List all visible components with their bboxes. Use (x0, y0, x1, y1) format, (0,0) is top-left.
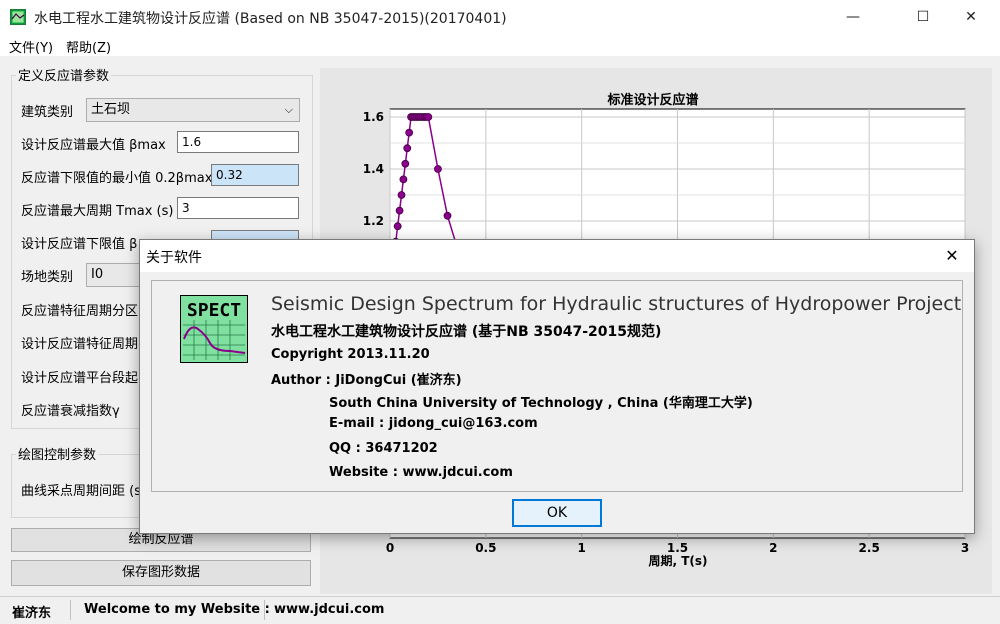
spectrum-point (424, 113, 433, 121)
chart-title: 标准设计反应谱 (606, 92, 698, 108)
about-email: E-mail : jidong_cui@163.com (329, 416, 538, 431)
spectrum-point (393, 222, 402, 231)
beta-max-input[interactable]: 1.6 (177, 131, 299, 153)
x-tick-label: 1 (577, 541, 585, 555)
status-bar: 崔济东 Welcome to my Website : www.jdcui.co… (0, 596, 1000, 624)
site-type-value: I0 (91, 267, 104, 282)
maximize-button[interactable]: ☐ (900, 0, 946, 34)
about-heading-en: Seismic Design Spectrum for Hydraulic st… (271, 293, 962, 315)
spectrum-point (395, 206, 404, 215)
save-data-button[interactable]: 保存图形数据 (11, 560, 311, 586)
tmax-input[interactable]: 3 (177, 197, 299, 219)
x-tick-label: 0 (386, 541, 394, 555)
char-period-label: 设计反应谱特征周期 (21, 337, 139, 352)
about-frame: SPECT Seismic Design Spectrum for Hydrau… (151, 280, 963, 492)
tmax-label: 反应谱最大周期 Tmax (s) (21, 204, 174, 219)
spectrum-point (403, 144, 412, 153)
sample-interval-label: 曲线采点周期间距 (s (21, 484, 141, 499)
ok-button[interactable]: OK (512, 499, 602, 527)
about-heading-cn: 水电工程水工建筑物设计反应谱 (基于NB 35047-2015规范) (271, 324, 662, 340)
plot-ctrl-group-title: 绘图控制参数 (16, 444, 99, 463)
x-tick-label: 0.5 (475, 541, 496, 555)
building-type-label: 建筑类别 (21, 105, 74, 120)
minimize-button[interactable]: — (830, 0, 876, 34)
spectrum-point (434, 165, 442, 173)
dialog-title-bar: 关于软件 ✕ (140, 240, 974, 272)
y-tick-label: 1.6 (363, 110, 384, 124)
about-website: Website : www.jdcui.com (329, 465, 513, 480)
status-welcome: Welcome to my Website : (84, 602, 270, 617)
spectrum-point (401, 159, 410, 168)
lower-beta-label: 设计反应谱下限值 β (21, 237, 138, 252)
chevron-down-icon: ⌵ (284, 103, 293, 116)
about-dialog: 关于软件 ✕ SPECT Seismic Design Spectrum for… (139, 239, 975, 534)
beta-max-label: 设计反应谱最大值 βmax (21, 138, 166, 153)
dialog-title: 关于软件 (146, 250, 202, 266)
title-bar: 水电工程水工建筑物设计反应谱 (Based on NB 35047-2015)(… (0, 0, 1000, 34)
spectrum-point (397, 191, 406, 199)
about-author: Author : JiDongCui (崔济东) (271, 373, 462, 388)
status-separator (264, 600, 265, 620)
close-button[interactable]: ✕ (948, 0, 994, 34)
x-tick-label: 1.5 (667, 541, 688, 555)
spect-logo-icon: SPECT (180, 295, 248, 363)
about-university: South China University of Technology , C… (329, 396, 753, 411)
about-qq: QQ : 36471202 (329, 441, 438, 456)
plateau-label: 设计反应谱平台段起 (21, 371, 139, 386)
building-type-select[interactable]: 土石坝 ⌵ (86, 98, 300, 122)
chart-x-axis-label: 周期, T(s) (648, 553, 707, 568)
min-lower-label: 反应谱下限值的最小值 0.2βmax (21, 171, 213, 186)
spectrum-point (405, 128, 414, 137)
y-tick-label: 1.2 (363, 214, 384, 228)
min-lower-input[interactable]: 0.32 (211, 164, 299, 186)
params-group-title: 定义反应谱参数 (16, 65, 112, 84)
app-icon (10, 9, 26, 25)
dialog-close-button[interactable]: ✕ (930, 240, 974, 272)
status-website: www.jdcui.com (274, 602, 385, 617)
spectrum-point (443, 211, 452, 220)
logo-text: SPECT (187, 300, 241, 321)
status-author: 崔济东 (12, 606, 52, 621)
x-tick-label: 2.5 (859, 541, 880, 555)
decay-label: 反应谱衰减指数γ (21, 404, 120, 419)
about-copyright: Copyright 2013.11.20 (271, 347, 430, 362)
menu-file[interactable]: 文件(Y) (9, 37, 53, 56)
y-tick-label: 1.4 (363, 162, 384, 176)
menu-help[interactable]: 帮助(Z) (66, 37, 111, 56)
menu-bar: 文件(Y) 帮助(Z) (0, 34, 1000, 56)
site-type-label: 场地类别 (21, 270, 74, 285)
building-type-value: 土石坝 (91, 102, 131, 117)
char-period-zone-label: 反应谱特征周期分区 (21, 304, 139, 319)
spectrum-point (399, 175, 408, 184)
status-separator (70, 600, 71, 620)
x-tick-label: 2 (769, 541, 777, 555)
x-tick-label: 3 (961, 541, 969, 555)
window-title: 水电工程水工建筑物设计反应谱 (Based on NB 35047-2015)(… (34, 11, 507, 27)
